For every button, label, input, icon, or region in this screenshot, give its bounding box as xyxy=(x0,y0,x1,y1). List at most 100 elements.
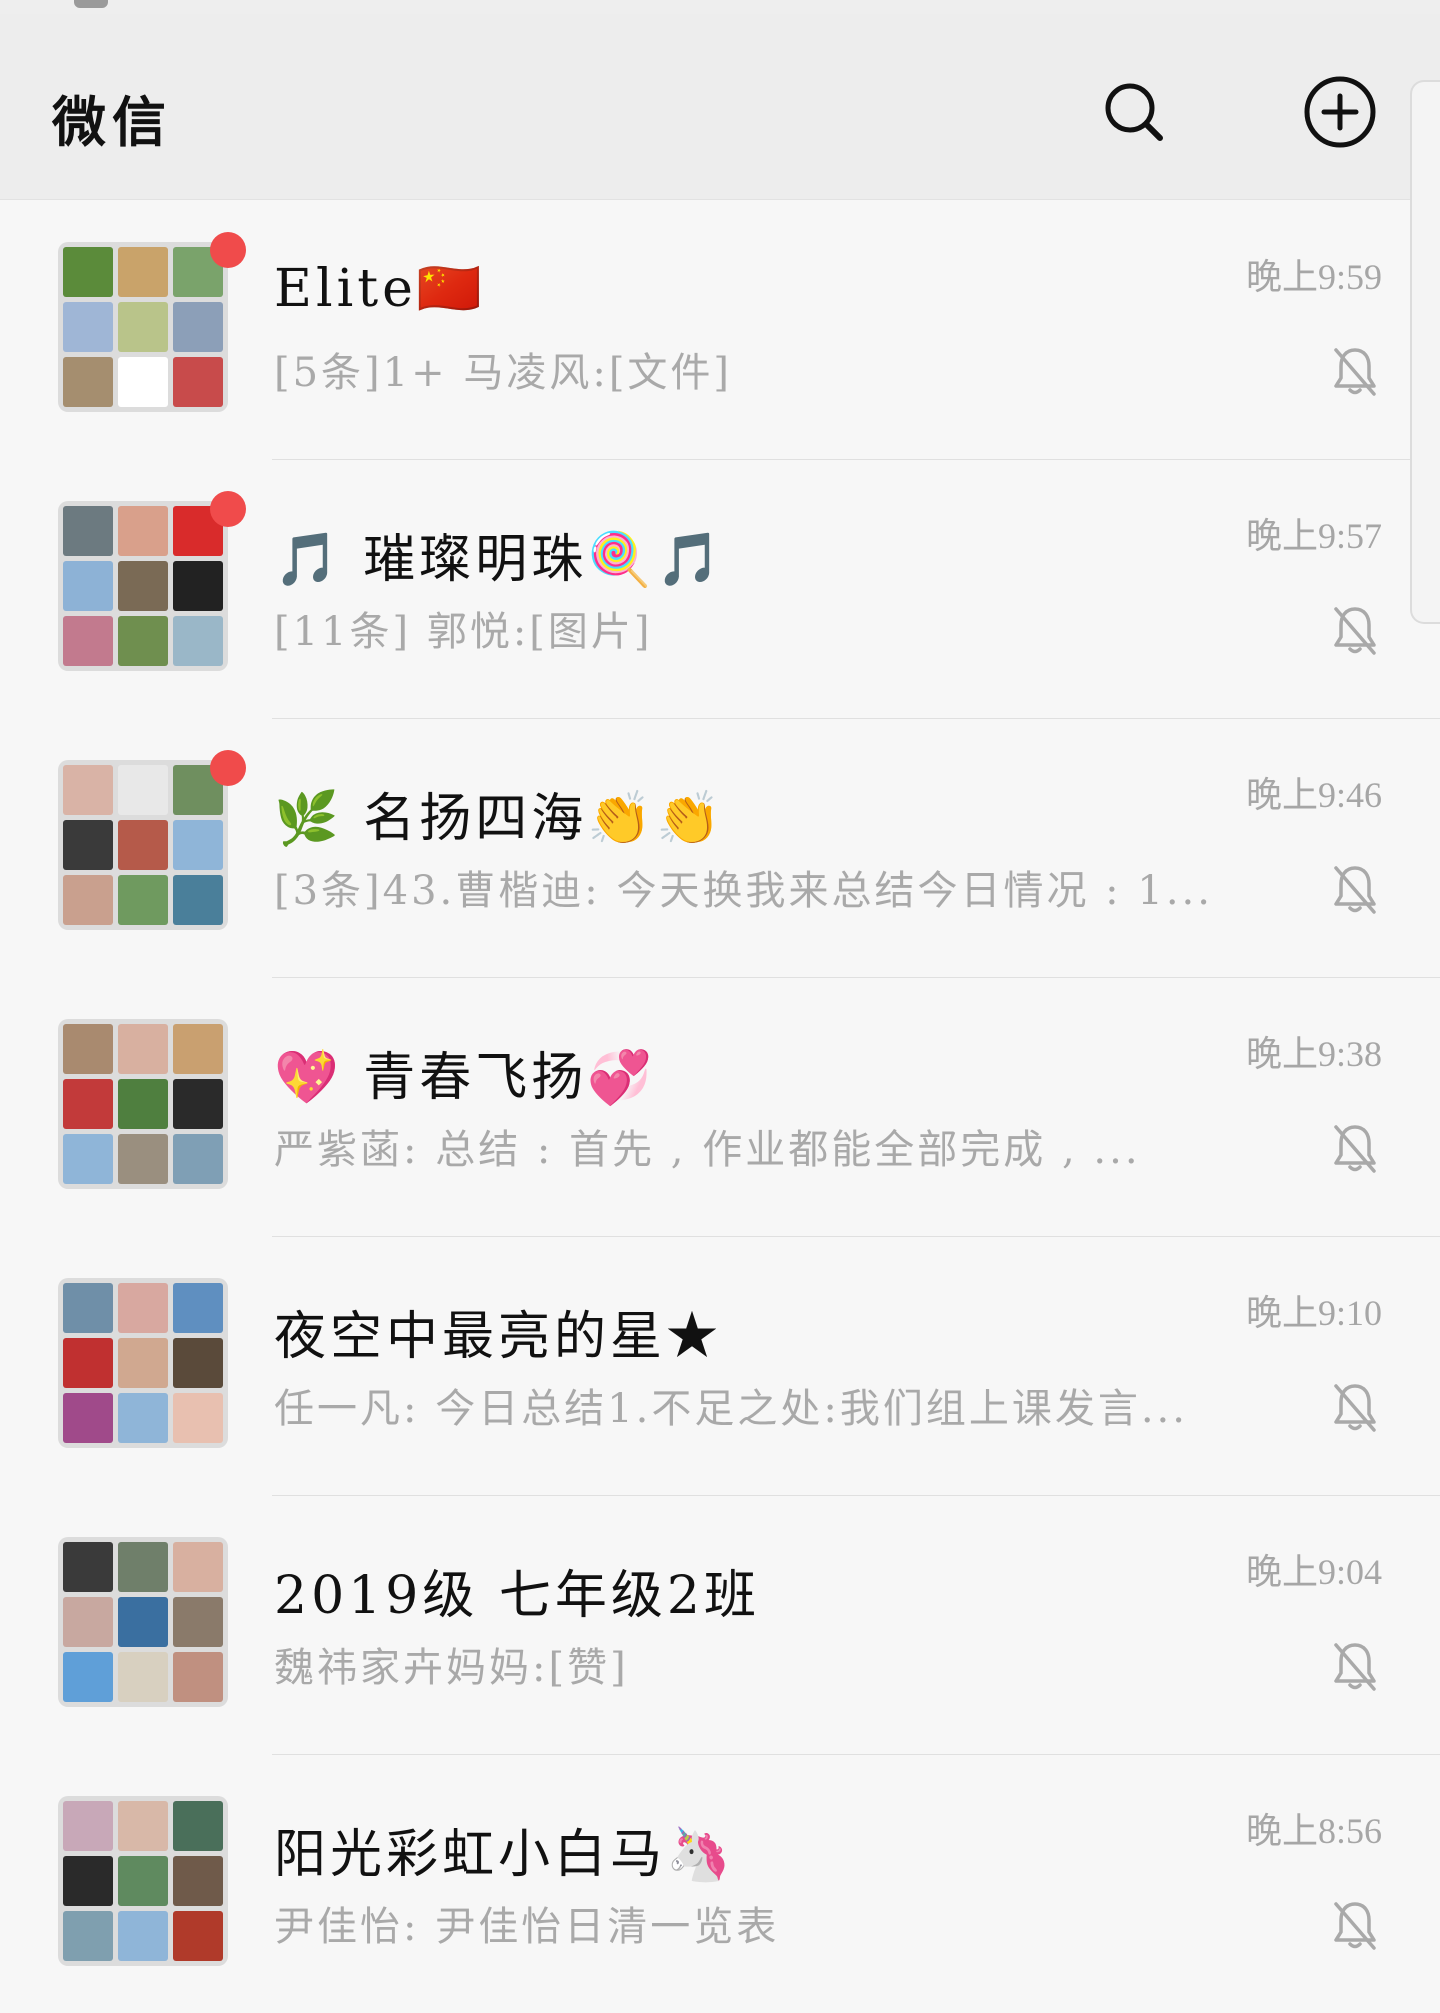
status-bar xyxy=(0,0,1440,14)
group-avatar xyxy=(58,1796,228,1966)
avatar-tile xyxy=(173,1283,223,1333)
avatar-tile xyxy=(173,1024,223,1074)
avatar-tile xyxy=(173,820,223,870)
avatar-tile xyxy=(118,1652,168,1702)
avatar-tile xyxy=(118,561,168,611)
chat-time: 晚上9:38 xyxy=(1245,1034,1382,1074)
chat-time: 晚上8:56 xyxy=(1245,1811,1382,1851)
page-title: 微信 xyxy=(52,90,172,154)
avatar-tile xyxy=(118,1801,168,1851)
avatar-tile xyxy=(63,357,113,407)
mute-bell-icon xyxy=(1334,866,1376,914)
chat-time: 晚上9:10 xyxy=(1245,1293,1382,1333)
mute-icon xyxy=(1330,1380,1380,1434)
unread-dot xyxy=(210,232,246,268)
mute-bell-icon xyxy=(1334,1643,1376,1691)
avatar-tile xyxy=(63,1283,113,1333)
avatar-tile xyxy=(63,616,113,666)
avatar-tile xyxy=(173,1079,223,1129)
avatar-tile xyxy=(118,357,168,407)
avatar-tile xyxy=(118,1283,168,1333)
mute-icon xyxy=(1330,1898,1380,1952)
group-avatar xyxy=(58,1537,228,1707)
avatar-tile xyxy=(63,1597,113,1647)
mute-icon xyxy=(1330,603,1380,657)
avatar-tile xyxy=(173,875,223,925)
group-avatar xyxy=(58,501,228,671)
avatar-tile xyxy=(173,1856,223,1906)
avatar-tile xyxy=(118,1338,168,1388)
chat-preview: 尹佳怡: 尹佳怡日清一览表 xyxy=(274,1904,780,1950)
avatar-tile xyxy=(63,1393,113,1443)
avatar-tile xyxy=(173,1134,223,1184)
avatar-tile xyxy=(173,1652,223,1702)
avatar-tile xyxy=(63,1338,113,1388)
avatar-tile xyxy=(173,1338,223,1388)
chat-name: Elite🇨🇳 xyxy=(274,259,486,319)
chat-name: 💖 青春飞扬💞 xyxy=(274,1048,657,1108)
add-button[interactable] xyxy=(1300,72,1380,152)
avatar-tile xyxy=(118,1024,168,1074)
avatar-tile xyxy=(118,1134,168,1184)
unread-dot xyxy=(210,491,246,527)
plus-circle-icon xyxy=(1304,76,1376,148)
chat-item[interactable]: 🎵 璀璨明珠🍭🎵 晚上9:57 [11条] 郭悦:[图片] xyxy=(0,459,1440,718)
chat-item[interactable]: 2019级 七年级2班 晚上9:04 魏祎家卉妈妈:[赞] xyxy=(0,1495,1440,1754)
avatar-tile xyxy=(118,875,168,925)
avatar-tile xyxy=(118,1079,168,1129)
avatar-tile xyxy=(63,1079,113,1129)
avatar-tile xyxy=(63,302,113,352)
avatar-tile xyxy=(63,875,113,925)
avatar-tile xyxy=(63,561,113,611)
avatar-tile xyxy=(118,820,168,870)
avatar-tile xyxy=(63,506,113,556)
chat-list: Elite🇨🇳 晚上9:59 [5条]1+ 马凌风:[文件] 🎵 璀璨明珠🍭🎵 晚上9:… xyxy=(0,200,1440,2013)
group-avatar xyxy=(58,760,228,930)
avatar-tile xyxy=(63,247,113,297)
chat-name: 阳光彩虹小白马🦄 xyxy=(274,1825,735,1885)
avatar-tile xyxy=(63,1542,113,1592)
scrollbar[interactable] xyxy=(1410,80,1440,624)
mute-bell-icon xyxy=(1334,1384,1376,1432)
chat-item[interactable]: 💖 青春飞扬💞 晚上9:38 严紫菡: 总结 : 首先 , 作业都能全部完成 , .… xyxy=(0,977,1440,1236)
chat-time: 晚上9:59 xyxy=(1245,257,1382,297)
avatar-tile xyxy=(118,1856,168,1906)
avatar-tile xyxy=(173,1801,223,1851)
chat-preview: 任一凡: 今日总结1.不足之处:我们组上课发言... xyxy=(274,1386,1188,1432)
chat-name: 夜空中最亮的星★ xyxy=(274,1307,723,1367)
chat-name: 🌿 名扬四海👏👏 xyxy=(274,789,725,849)
mute-icon xyxy=(1330,344,1380,398)
avatar-tile xyxy=(173,1542,223,1592)
mute-bell-icon xyxy=(1334,1902,1376,1950)
avatar-tile xyxy=(173,561,223,611)
chat-preview: [11条] 郭悦:[图片] xyxy=(274,609,653,655)
chat-item[interactable]: 🌿 名扬四海👏👏 晚上9:46 [3条]43.曹楷迪: 今天换我来总结今日情况 : … xyxy=(0,718,1440,977)
chat-item[interactable]: 夜空中最亮的星★ 晚上9:10 任一凡: 今日总结1.不足之处:我们组上课发言... xyxy=(0,1236,1440,1495)
mute-icon xyxy=(1330,862,1380,916)
unread-dot xyxy=(210,750,246,786)
avatar-tile xyxy=(118,506,168,556)
avatar-tile xyxy=(118,616,168,666)
mute-bell-icon xyxy=(1334,607,1376,655)
avatar-tile xyxy=(173,616,223,666)
mute-bell-icon xyxy=(1334,1125,1376,1173)
avatar-tile xyxy=(63,765,113,815)
chat-time: 晚上9:04 xyxy=(1245,1552,1382,1592)
chat-time: 晚上9:46 xyxy=(1245,775,1382,815)
chat-item[interactable]: Elite🇨🇳 晚上9:59 [5条]1+ 马凌风:[文件] xyxy=(0,200,1440,459)
mute-bell-icon xyxy=(1334,348,1376,396)
search-button[interactable] xyxy=(1094,72,1174,152)
avatar-tile xyxy=(63,1134,113,1184)
avatar-tile xyxy=(173,1911,223,1961)
chat-item[interactable]: 阳光彩虹小白马🦄 晚上8:56 尹佳怡: 尹佳怡日清一览表 xyxy=(0,1754,1440,2013)
status-indicator xyxy=(74,0,108,8)
group-avatar xyxy=(58,242,228,412)
group-avatar xyxy=(58,1019,228,1189)
chat-time: 晚上9:57 xyxy=(1245,516,1382,556)
avatar-tile xyxy=(63,1801,113,1851)
avatar-tile xyxy=(118,1393,168,1443)
avatar-tile xyxy=(63,1024,113,1074)
avatar-tile xyxy=(63,1652,113,1702)
chat-name: 🎵 璀璨明珠🍭🎵 xyxy=(274,530,725,590)
avatar-tile xyxy=(118,302,168,352)
